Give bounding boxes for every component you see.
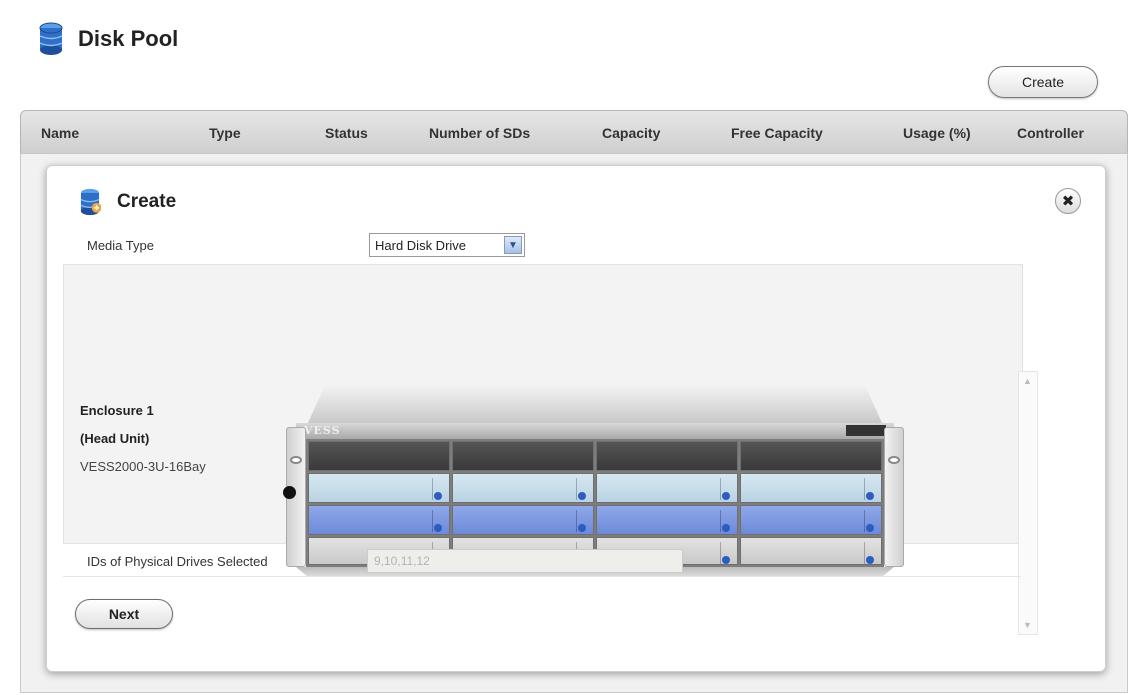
drive-bay-selected[interactable] bbox=[308, 505, 450, 535]
drive-bay[interactable] bbox=[740, 473, 882, 503]
column-header-free-capacity[interactable]: Free Capacity bbox=[731, 125, 823, 141]
left-rack-ear bbox=[283, 427, 306, 567]
column-header-type[interactable]: Type bbox=[209, 125, 241, 141]
drive-bay[interactable] bbox=[596, 441, 738, 471]
media-type-value: Hard Disk Drive bbox=[375, 237, 467, 253]
drive-bay[interactable] bbox=[596, 473, 738, 503]
column-header-name[interactable]: Name bbox=[41, 125, 79, 141]
database-icon bbox=[80, 188, 101, 216]
drive-handle-icon bbox=[576, 478, 587, 500]
drive-bay[interactable] bbox=[308, 441, 450, 471]
media-type-select[interactable]: Hard Disk Drive ▼ bbox=[369, 233, 525, 257]
close-button[interactable]: ✖ bbox=[1055, 188, 1081, 214]
column-header-usage[interactable]: Usage (%) bbox=[903, 125, 971, 141]
drive-bay-selected[interactable] bbox=[596, 505, 738, 535]
drive-bay[interactable] bbox=[740, 441, 882, 471]
drive-handle-icon bbox=[720, 478, 731, 500]
right-rack-ear bbox=[884, 427, 904, 567]
drive-handle-icon bbox=[720, 510, 731, 532]
drive-handle-icon bbox=[864, 542, 875, 564]
page-title: Disk Pool bbox=[78, 26, 179, 51]
column-header-status[interactable]: Status bbox=[325, 125, 368, 141]
drive-handle-icon bbox=[864, 478, 875, 500]
enclosure-scrollbar[interactable]: ▲ ▼ bbox=[1018, 371, 1038, 635]
disk-pool-table-header: Name Type Status Number of SDs Capacity … bbox=[20, 110, 1128, 154]
page-header: Disk Pool bbox=[38, 22, 178, 56]
chassis-lid bbox=[307, 383, 883, 423]
chevron-down-icon[interactable]: ▼ bbox=[504, 236, 522, 254]
scroll-down-icon[interactable]: ▼ bbox=[1023, 620, 1032, 630]
media-type-label: Media Type bbox=[87, 238, 154, 253]
brand-plate bbox=[846, 425, 886, 436]
dialog-header: Create bbox=[79, 188, 176, 216]
column-header-controller[interactable]: Controller bbox=[1017, 125, 1084, 141]
next-button[interactable]: Next bbox=[75, 599, 173, 629]
handle-ring-icon bbox=[290, 456, 302, 464]
divider bbox=[63, 576, 1021, 577]
chassis-top-bar: VESS bbox=[296, 423, 894, 440]
enclosure-name: Enclosure 1 bbox=[80, 403, 154, 418]
drive-bay-selected[interactable] bbox=[452, 505, 594, 535]
drive-bay-grid bbox=[306, 439, 884, 567]
drive-bay[interactable] bbox=[452, 441, 594, 471]
handle-ring-icon bbox=[888, 456, 900, 464]
enclosure-panel: Enclosure 1 (Head Unit) VESS2000-3U-16Ba… bbox=[63, 264, 1038, 635]
selected-drives-label: IDs of Physical Drives Selected bbox=[87, 554, 268, 569]
create-button[interactable]: Create bbox=[988, 66, 1098, 98]
enclosure-role: (Head Unit) bbox=[80, 431, 150, 446]
drive-bay[interactable] bbox=[452, 473, 594, 503]
column-header-capacity[interactable]: Capacity bbox=[602, 125, 660, 141]
scroll-up-icon[interactable]: ▲ bbox=[1023, 376, 1032, 386]
drive-handle-icon bbox=[864, 510, 875, 532]
drive-handle-icon bbox=[720, 542, 731, 564]
drive-handle-icon bbox=[432, 510, 443, 532]
drive-bay-selected[interactable] bbox=[740, 505, 882, 535]
create-dialog: Create ✖ Media Type Hard Disk Drive ▼ En… bbox=[46, 165, 1106, 672]
database-icon bbox=[39, 22, 63, 55]
selected-drives-field: 9,10,11,12 bbox=[367, 549, 683, 573]
drive-handle-icon bbox=[432, 478, 443, 500]
close-icon: ✖ bbox=[1061, 193, 1075, 210]
drive-bay[interactable] bbox=[740, 537, 882, 565]
power-led-icon bbox=[283, 486, 296, 499]
dialog-title: Create bbox=[117, 191, 177, 212]
enclosure-chassis-image: VESS bbox=[283, 383, 916, 613]
drive-bay[interactable] bbox=[308, 473, 450, 503]
drive-handle-icon bbox=[576, 510, 587, 532]
column-header-number-of-sds[interactable]: Number of SDs bbox=[429, 125, 530, 141]
brand-logo: VESS bbox=[304, 424, 341, 437]
enclosure-model: VESS2000-3U-16Bay bbox=[80, 459, 206, 474]
